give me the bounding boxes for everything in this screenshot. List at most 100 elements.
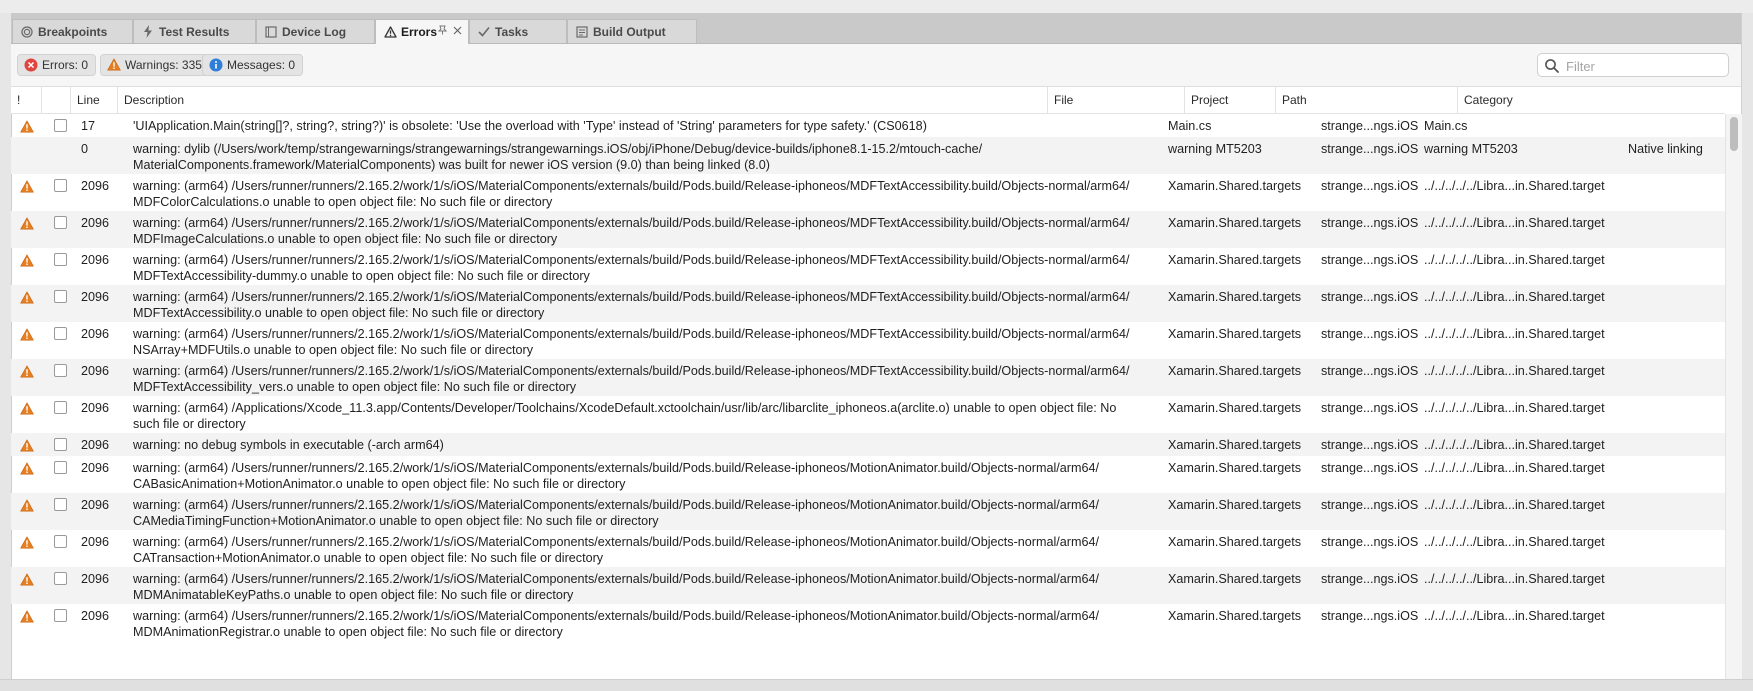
table-row[interactable]: 0 warning: dylib (/Users/work/temp/strang… bbox=[11, 137, 1725, 174]
pad-tab-strip: Breakpoints Test Results Device Log Erro… bbox=[11, 13, 1741, 44]
table-row[interactable]: 17 'UIApplication.Main(string[]?, string?… bbox=[11, 114, 1725, 137]
filter-box[interactable] bbox=[1537, 53, 1729, 77]
warning-icon bbox=[20, 217, 34, 231]
row-description-line-1: warning: (arm64) /Users/runner/runners/2… bbox=[133, 364, 1130, 378]
row-description-line-1: warning: (arm64) /Users/runner/runners/2… bbox=[133, 179, 1130, 193]
tab-tasks[interactable]: Tasks bbox=[469, 19, 567, 43]
row-description-line-1: warning: (arm64) /Users/runner/runners/2… bbox=[133, 253, 1130, 267]
errors-toolbar: Errors: 0 Warnings: 335 Messages: 0 bbox=[11, 44, 1741, 87]
filter-input[interactable] bbox=[1564, 56, 1728, 76]
row-path: warning MT5203 bbox=[1424, 142, 1518, 156]
row-checkbox[interactable] bbox=[54, 461, 67, 474]
device-log-icon bbox=[264, 25, 278, 39]
row-project: strange...ngs.iOS bbox=[1321, 572, 1419, 586]
row-checkbox[interactable] bbox=[54, 290, 67, 303]
table-row[interactable]: 2096 warning: (arm64) /Applications/Xcode… bbox=[11, 396, 1725, 433]
errors-count: Errors: 0 bbox=[42, 58, 89, 72]
row-line: 2096 bbox=[81, 290, 110, 304]
warnings-toggle-button[interactable]: Warnings: 335 bbox=[100, 54, 210, 76]
table-row[interactable]: 2096 warning: (arm64) /Users/runner/runne… bbox=[11, 285, 1725, 322]
table-row[interactable]: 2096 warning: (arm64) /Users/runner/runne… bbox=[11, 211, 1725, 248]
row-checkbox[interactable] bbox=[54, 216, 67, 229]
row-file: warning MT5203 bbox=[1168, 142, 1262, 156]
row-path: ../../../../../Libra...in.Shared.targets bbox=[1424, 364, 1605, 378]
table-row[interactable]: 2096 warning: (arm64) /Users/runner/runne… bbox=[11, 604, 1725, 641]
row-checkbox[interactable] bbox=[54, 119, 67, 132]
row-checkbox[interactable] bbox=[54, 438, 67, 451]
tab-errors[interactable]: Errors bbox=[375, 19, 469, 44]
messages-toggle-button[interactable]: Messages: 0 bbox=[202, 54, 304, 76]
errors-table-body: 17 'UIApplication.Main(string[]?, string?… bbox=[11, 114, 1725, 679]
column-severity[interactable]: ! bbox=[11, 87, 41, 113]
column-path[interactable]: Path bbox=[1275, 87, 1457, 113]
close-icon[interactable] bbox=[453, 24, 462, 38]
table-row[interactable]: 2096 warning: (arm64) /Users/runner/runne… bbox=[11, 493, 1725, 530]
table-row[interactable]: 2096 warning: no debug symbols in executa… bbox=[11, 433, 1725, 456]
row-checkbox[interactable] bbox=[54, 179, 67, 192]
warning-icon bbox=[20, 499, 34, 513]
row-file: Xamarin.Shared.targets bbox=[1168, 401, 1302, 415]
row-checkbox[interactable] bbox=[54, 401, 67, 414]
row-checkbox[interactable] bbox=[54, 609, 67, 622]
warning-icon bbox=[107, 58, 121, 72]
error-icon bbox=[24, 58, 38, 72]
row-description-line-2: MDFImageCalculations.o unable to open ob… bbox=[133, 232, 558, 246]
tab-label: Tasks bbox=[495, 24, 529, 39]
row-line: 2096 bbox=[81, 438, 110, 452]
row-description-line-1: warning: (arm64) /Users/runner/runners/2… bbox=[133, 290, 1130, 304]
column-checkbox[interactable] bbox=[41, 87, 70, 113]
table-row[interactable]: 2096 warning: (arm64) /Users/runner/runne… bbox=[11, 456, 1725, 493]
row-description-line-1: warning: (arm64) /Users/runner/runners/2… bbox=[133, 535, 1099, 549]
tab-label: Build Output bbox=[593, 24, 666, 39]
tab-test-results[interactable]: Test Results bbox=[133, 19, 256, 43]
column-category[interactable]: Category bbox=[1457, 87, 1552, 113]
vertical-scrollbar[interactable] bbox=[1725, 114, 1742, 679]
row-description-line-1: warning: (arm64) /Users/runner/runners/2… bbox=[133, 572, 1099, 586]
table-row[interactable]: 2096 warning: (arm64) /Users/runner/runne… bbox=[11, 359, 1725, 396]
row-description: warning: no debug symbols in executable … bbox=[133, 437, 1167, 453]
column-project[interactable]: Project bbox=[1184, 87, 1275, 113]
row-path: ../../../../../Libra...in.Shared.targets bbox=[1424, 438, 1605, 452]
row-file: Xamarin.Shared.targets bbox=[1168, 438, 1302, 452]
row-line: 2096 bbox=[81, 535, 110, 549]
table-row[interactable]: 2096 warning: (arm64) /Users/runner/runne… bbox=[11, 174, 1725, 211]
row-line: 2096 bbox=[81, 572, 110, 586]
tab-label: Errors bbox=[401, 25, 438, 39]
row-line: 2096 bbox=[81, 253, 110, 267]
row-description: warning: dylib (/Users/work/temp/strange… bbox=[133, 141, 1167, 173]
row-project: strange...ngs.iOS bbox=[1321, 364, 1419, 378]
row-line: 2096 bbox=[81, 498, 110, 512]
row-checkbox[interactable] bbox=[54, 535, 67, 548]
errors-toggle-button[interactable]: Errors: 0 bbox=[17, 54, 97, 76]
warning-icon bbox=[20, 402, 34, 416]
row-description-line-2: CAMediaTimingFunction+MotionAnimator.o u… bbox=[133, 514, 659, 528]
row-description-line-2: MaterialComponents.framework/MaterialCom… bbox=[133, 158, 770, 172]
table-row[interactable]: 2096 warning: (arm64) /Users/runner/runne… bbox=[11, 567, 1725, 604]
tab-device-log[interactable]: Device Log bbox=[256, 19, 375, 43]
row-description-line-1: 'UIApplication.Main(string[]?, string?, … bbox=[133, 119, 927, 133]
scrollbar-thumb[interactable] bbox=[1730, 117, 1738, 151]
row-checkbox[interactable] bbox=[54, 327, 67, 340]
row-checkbox[interactable] bbox=[54, 498, 67, 511]
row-checkbox[interactable] bbox=[54, 253, 67, 266]
warning-icon bbox=[20, 610, 34, 624]
row-checkbox[interactable] bbox=[54, 364, 67, 377]
column-file[interactable]: File bbox=[1047, 87, 1184, 113]
row-file: Xamarin.Shared.targets bbox=[1168, 327, 1302, 341]
warning-icon bbox=[20, 573, 34, 587]
row-description: warning: (arm64) /Users/runner/runners/2… bbox=[133, 363, 1167, 395]
tab-breakpoints[interactable]: Breakpoints bbox=[12, 19, 133, 43]
table-row[interactable]: 2096 warning: (arm64) /Users/runner/runne… bbox=[11, 530, 1725, 567]
row-path: Main.cs bbox=[1424, 119, 1468, 133]
row-checkbox[interactable] bbox=[54, 572, 67, 585]
table-row[interactable]: 2096 warning: (arm64) /Users/runner/runne… bbox=[11, 322, 1725, 359]
warning-icon bbox=[20, 462, 34, 476]
row-description: warning: (arm64) /Users/runner/runners/2… bbox=[133, 534, 1167, 566]
tab-build-output[interactable]: Build Output bbox=[567, 19, 697, 43]
column-description[interactable]: Description bbox=[117, 87, 1047, 113]
row-file: Xamarin.Shared.targets bbox=[1168, 364, 1302, 378]
row-file: Xamarin.Shared.targets bbox=[1168, 290, 1302, 304]
column-line[interactable]: Line bbox=[70, 87, 117, 113]
pin-icon[interactable] bbox=[437, 24, 448, 38]
table-row[interactable]: 2096 warning: (arm64) /Users/runner/runne… bbox=[11, 248, 1725, 285]
